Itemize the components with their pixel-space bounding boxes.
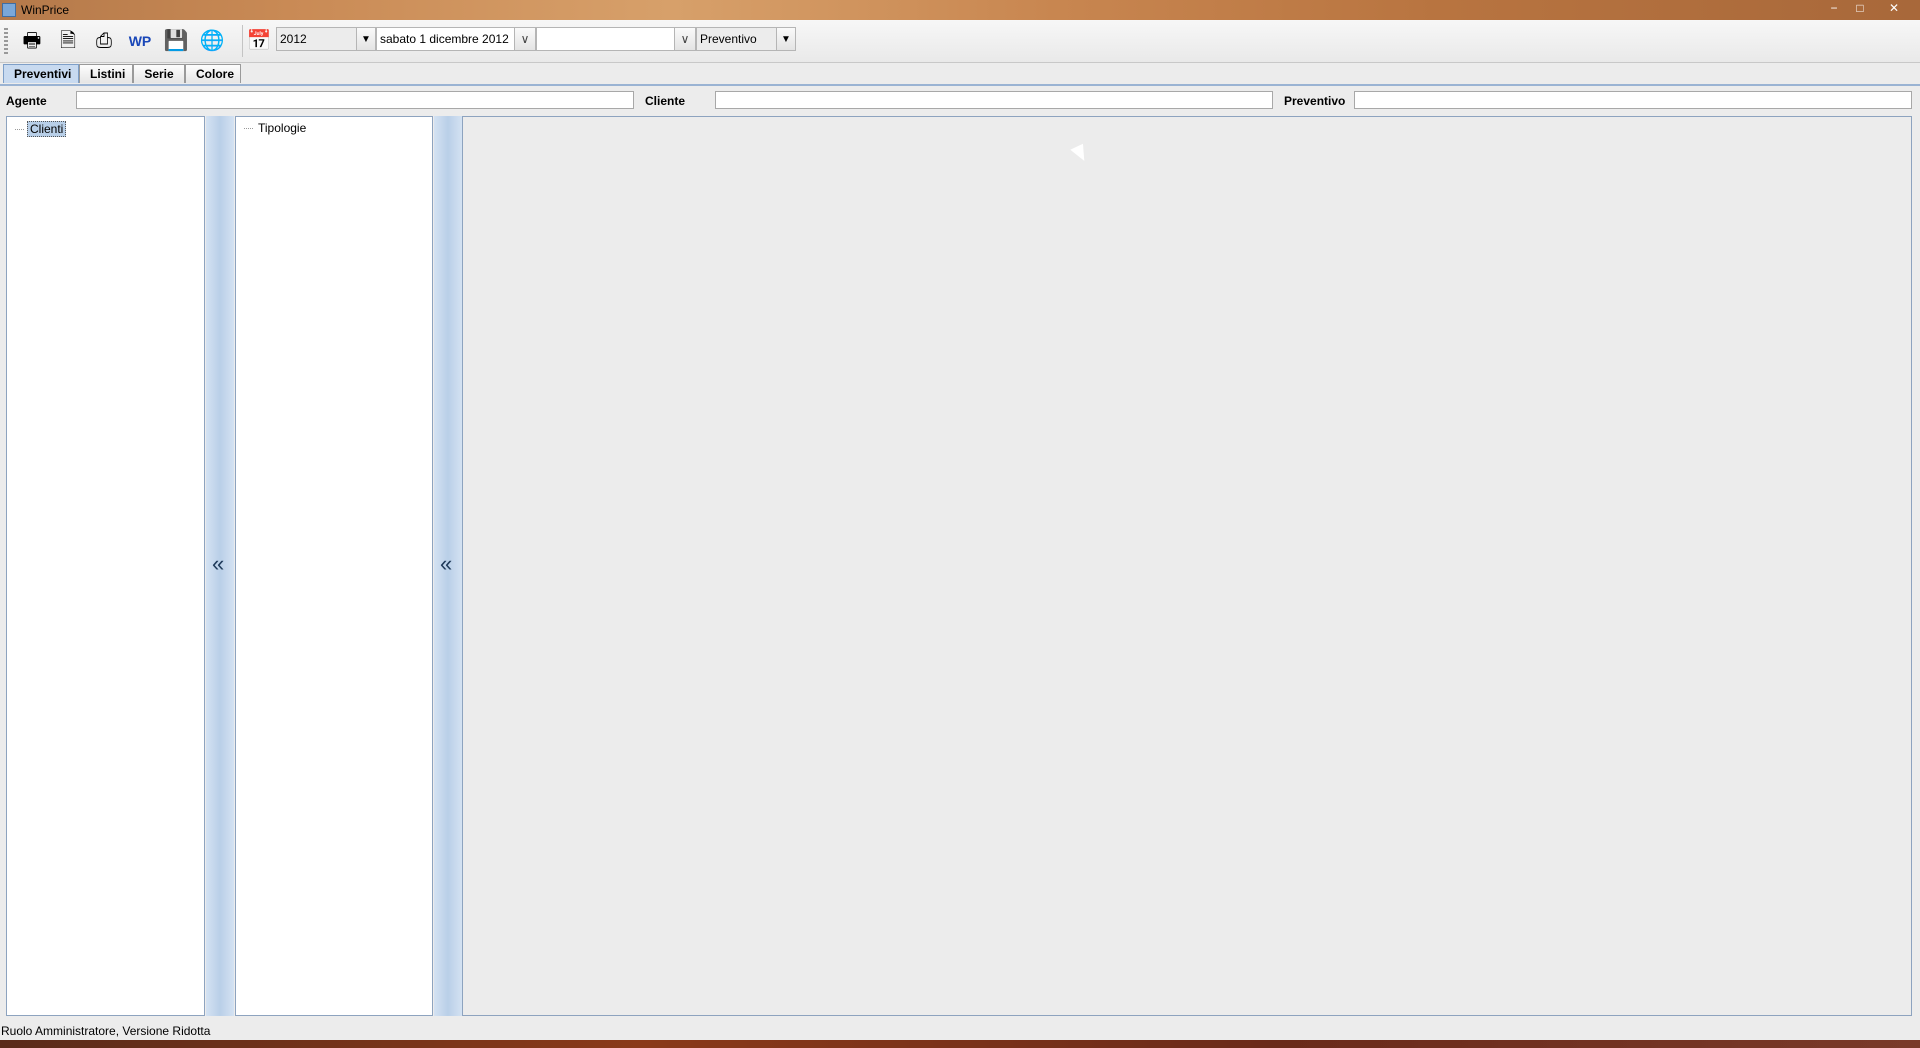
chevron-down-icon[interactable]: ∨ (674, 28, 695, 50)
tab-listini[interactable]: Listini (79, 64, 133, 83)
main-content-area (462, 116, 1912, 1016)
type-combo-value: Preventivo (700, 32, 757, 46)
left-splitter[interactable]: « (206, 116, 234, 1016)
globe-icon[interactable]: 🌐 (196, 25, 228, 57)
date-field[interactable]: sabato 1 dicembre 2012 ∨ (376, 27, 536, 51)
tree-connector (15, 128, 24, 130)
save-icon[interactable]: 💾 (160, 25, 192, 57)
window-title: WinPrice (21, 3, 70, 17)
chevron-down-icon[interactable]: ▼ (776, 28, 795, 50)
clients-tree-panel: Clienti (6, 116, 205, 1016)
calendar-icon[interactable]: 📅 (242, 25, 275, 57)
tree-node-label: Tipologie (258, 121, 307, 135)
second-date-field[interactable]: ∨ (536, 27, 696, 51)
status-bar: Ruolo Amministratore, Versione Ridotta (0, 1024, 1920, 1038)
app-icon (2, 3, 16, 17)
window-controls: − □ ✕ (1822, 0, 1914, 18)
date-field-value: sabato 1 dicembre 2012 (380, 32, 509, 46)
preventivo-label: Preventivo (1284, 94, 1346, 108)
minimize-icon[interactable]: − (1822, 0, 1846, 16)
chevron-down-icon[interactable]: ▼ (356, 28, 375, 50)
tab-serie[interactable]: Serie (133, 64, 185, 83)
tree-node-label: Clienti (27, 121, 67, 137)
close-icon[interactable]: ✕ (1874, 0, 1914, 16)
maximize-icon[interactable]: □ (1848, 0, 1872, 16)
chevron-left-double-icon[interactable]: « (440, 553, 452, 575)
tab-preventivi[interactable]: Preventivi (3, 64, 79, 83)
print-export-icon[interactable]: 🖶 (16, 25, 48, 57)
year-combo-value: 2012 (280, 32, 307, 46)
toolbar: 🖶 🗎 ⎙ WP 💾 🌐 📅 2012 ▼ sabato 1 dicembre … (0, 20, 1920, 63)
type-combo[interactable]: Preventivo ▼ (696, 27, 796, 51)
tree-node-clienti[interactable]: Clienti (15, 121, 67, 137)
agente-input[interactable] (76, 91, 634, 109)
chevron-left-double-icon[interactable]: « (212, 553, 224, 575)
title-bar: WinPrice − □ ✕ (0, 0, 1920, 20)
agente-label: Agente (6, 94, 47, 108)
preventivo-input[interactable] (1354, 91, 1912, 109)
right-splitter[interactable]: « (434, 116, 462, 1016)
printer-icon[interactable]: ⎙ (88, 25, 120, 57)
cliente-input[interactable] (715, 91, 1273, 109)
year-combo[interactable]: 2012 ▼ (276, 27, 376, 51)
chevron-down-icon[interactable]: ∨ (514, 28, 535, 50)
os-taskbar (0, 1040, 1920, 1048)
tab-colore[interactable]: Colore (185, 64, 241, 83)
wp-word-icon[interactable]: WP (124, 25, 156, 57)
tab-bar: Preventivi Listini Serie Colore (0, 63, 1920, 86)
tree-connector (244, 127, 253, 129)
print-preview-icon[interactable]: 🗎 (52, 25, 84, 57)
tree-node-tipologie[interactable]: Tipologie (244, 121, 308, 135)
types-tree-panel: Tipologie (235, 116, 433, 1016)
cliente-label: Cliente (645, 94, 686, 108)
toolbar-grip[interactable] (4, 28, 8, 54)
